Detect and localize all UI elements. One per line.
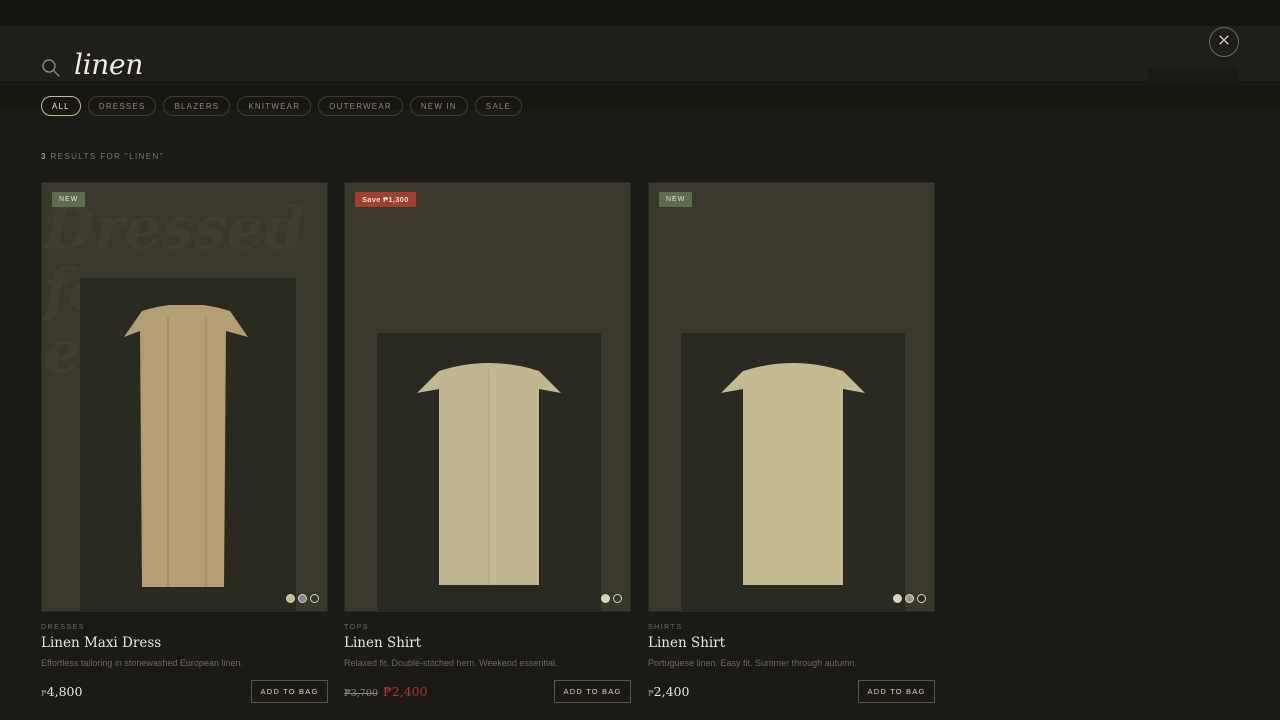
filter-chip-sale[interactable]: SALE (474, 96, 523, 116)
color-swatch[interactable] (613, 594, 622, 603)
color-swatches (893, 594, 926, 603)
color-swatch[interactable] (601, 594, 610, 603)
price-value: 2,400 (653, 683, 690, 699)
color-swatch[interactable] (286, 594, 295, 603)
color-swatch[interactable] (893, 594, 902, 603)
product-card[interactable]: NEW SHIRTS Linen Shirt Portuguese linen.… (648, 182, 935, 703)
product-image[interactable]: Dressed fo e s NEW (41, 182, 328, 612)
product-price: ₱4,800 (41, 684, 82, 699)
product-name[interactable]: Linen Shirt (344, 635, 631, 651)
product-description: Relaxed fit. Double-stitched hem. Weeken… (344, 658, 558, 668)
filter-chip-all[interactable]: ALL (41, 96, 81, 116)
price-value: 4,800 (46, 683, 83, 699)
color-swatch[interactable] (905, 594, 914, 603)
close-icon (1218, 33, 1230, 51)
filter-chip-dresses[interactable]: DRESSES (87, 96, 157, 116)
search-bar[interactable]: linen (0, 26, 1280, 92)
filter-chip-knitwear[interactable]: KNITWEAR (237, 96, 312, 116)
product-badge-new: NEW (52, 192, 86, 207)
filter-chip-new-in[interactable]: NEW IN (409, 96, 468, 116)
filter-chip-blazers[interactable]: BLAZERS (163, 96, 231, 116)
product-badge-new: NEW (659, 192, 693, 207)
product-name[interactable]: Linen Shirt (648, 635, 935, 651)
product-price: ₱2,400 (648, 684, 689, 699)
product-footer: ₱4,800 ADD TO BAG (41, 679, 328, 703)
product-category: SHIRTS (648, 624, 683, 631)
search-icon (40, 57, 62, 79)
product-badge-save: Save ₱1,300 (355, 192, 416, 207)
shirt-illustration (417, 363, 561, 585)
close-search-button[interactable] (1209, 27, 1239, 57)
product-card[interactable]: Dressed fo e s NEW DRESSES Linen Maxi Dr… (41, 182, 328, 703)
filter-chip-outerwear[interactable]: OUTERWEAR (318, 96, 403, 116)
result-count-number: 3 (41, 152, 47, 161)
add-to-bag-button[interactable]: ADD TO BAG (251, 679, 328, 703)
add-to-bag-button[interactable]: ADD TO BAG (554, 679, 631, 703)
add-to-bag-button[interactable]: ADD TO BAG (858, 679, 935, 703)
product-description: Effortless tailoring in stonewashed Euro… (41, 658, 243, 668)
product-category: DRESSES (41, 624, 85, 631)
product-footer: ₱3,700 ₱2,400 ADD TO BAG (344, 679, 631, 703)
product-image[interactable]: NEW (648, 182, 935, 612)
dress-illustration (124, 305, 248, 587)
original-price: ₱3,700 (344, 687, 378, 699)
product-footer: ₱2,400 ADD TO BAG (648, 679, 935, 703)
result-count: 3 RESULTS FOR "LINEN" (41, 152, 164, 161)
product-description: Portuguese linen. Easy fit. Summer throu… (648, 658, 858, 668)
product-image[interactable]: Save ₱1,300 (344, 182, 631, 612)
color-swatch[interactable] (298, 594, 307, 603)
search-input[interactable]: linen (74, 48, 143, 81)
color-swatch[interactable] (917, 594, 926, 603)
product-name[interactable]: Linen Maxi Dress (41, 635, 328, 651)
result-count-label: RESULTS FOR "LINEN" (50, 152, 164, 161)
shirt-illustration (721, 363, 865, 585)
product-card[interactable]: Save ₱1,300 TOPS Linen Shirt Relaxed fit… (344, 182, 631, 703)
filter-chips: ALL DRESSES BLAZERS KNITWEAR OUTERWEAR N… (41, 96, 523, 116)
color-swatches (601, 594, 622, 603)
product-price: ₱3,700 ₱2,400 (344, 684, 428, 699)
color-swatches (286, 594, 319, 603)
color-swatch[interactable] (310, 594, 319, 603)
top-band (0, 0, 1280, 26)
sale-price: ₱2,400 (382, 683, 428, 699)
product-category: TOPS (344, 624, 369, 631)
